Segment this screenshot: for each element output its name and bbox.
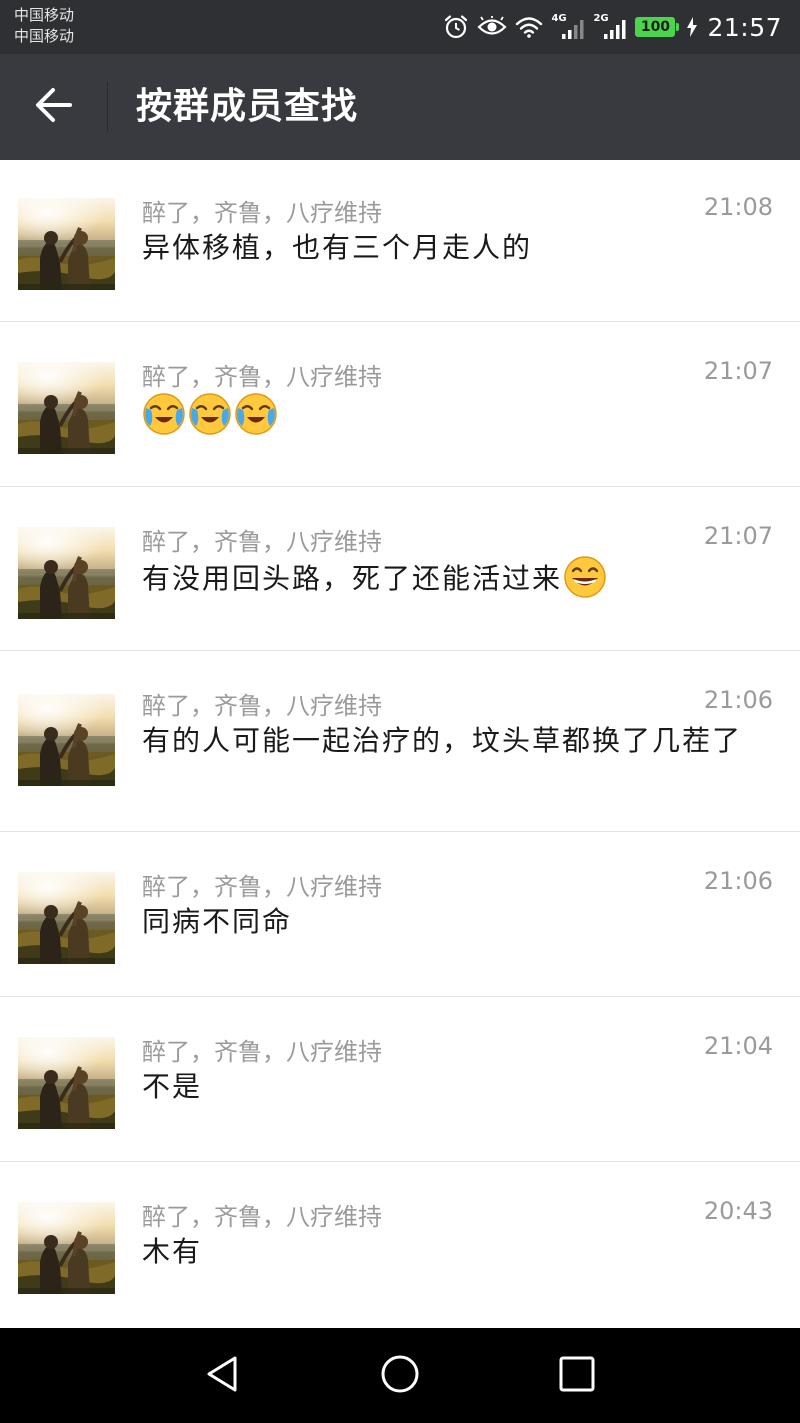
page-title: 按群成员查找 bbox=[136, 86, 359, 127]
list-item[interactable]: 醉了，齐鲁，八疗维持 21:06 同病不同命 bbox=[0, 832, 800, 997]
crying-emoji bbox=[142, 392, 186, 436]
sender-name: 醉了，齐鲁，八疗维持 bbox=[142, 1203, 382, 1231]
back-button[interactable] bbox=[24, 81, 84, 133]
message-time: 20:43 bbox=[703, 1197, 773, 1225]
sender-name: 醉了，齐鲁，八疗维持 bbox=[142, 873, 382, 901]
carrier-1: 中国移动 bbox=[14, 6, 75, 24]
avatar[interactable] bbox=[18, 198, 115, 290]
carrier-2: 中国移动 bbox=[14, 27, 75, 45]
nav-recents-button[interactable] bbox=[532, 1328, 622, 1423]
emoji-row bbox=[142, 392, 278, 436]
header-divider bbox=[107, 82, 108, 132]
status-icons: 4G 2G 100 21:57 bbox=[443, 0, 782, 54]
avatar[interactable] bbox=[18, 1037, 115, 1129]
battery-level: 100 bbox=[640, 19, 671, 35]
message-text: 有的人可能一起治疗的，坟头草都换了几茬了 bbox=[142, 724, 743, 757]
avatar[interactable] bbox=[18, 527, 115, 619]
battery-icon: 100 bbox=[635, 17, 680, 37]
crying-emoji bbox=[188, 392, 232, 436]
avatar[interactable] bbox=[18, 1202, 115, 1294]
grinning-emoji bbox=[563, 555, 607, 599]
list-item[interactable]: 醉了，齐鲁，八疗维持 21:08 异体移植，也有三个月走人的 bbox=[0, 160, 800, 322]
avatar[interactable] bbox=[18, 872, 115, 964]
message-text: 有没用回头路，死了还能活过来 bbox=[142, 562, 563, 595]
message-text: 异体移植，也有三个月走人的 bbox=[142, 231, 533, 264]
signal-icon: 2G bbox=[593, 14, 627, 40]
message-text: 不是 bbox=[142, 1070, 203, 1103]
list-item[interactable]: 醉了，齐鲁，八疗维持 20:43 木有 bbox=[0, 1162, 800, 1330]
crying-emoji bbox=[234, 392, 278, 436]
status-time: 21:57 bbox=[707, 12, 782, 42]
avatar[interactable] bbox=[18, 362, 115, 454]
message-text: 同病不同命 bbox=[142, 905, 293, 938]
avatar[interactable] bbox=[18, 694, 115, 786]
message-list: 醉了，齐鲁，八疗维持 21:08 异体移植，也有三个月走人的 醉了，齐鲁，八疗维… bbox=[0, 160, 800, 1330]
message-time: 21:08 bbox=[703, 193, 773, 221]
home-circle-icon bbox=[380, 1354, 420, 1398]
list-item[interactable]: 醉了，齐鲁，八疗维持 21:07 有没用回头路，死了还能活过来 bbox=[0, 487, 800, 651]
sender-name: 醉了，齐鲁，八疗维持 bbox=[142, 528, 382, 556]
app-header: 按群成员查找 bbox=[0, 54, 800, 160]
message-time: 21:07 bbox=[703, 522, 773, 550]
recents-square-icon bbox=[559, 1356, 595, 1396]
list-item[interactable]: 醉了，齐鲁，八疗维持 21:04 不是 bbox=[0, 997, 800, 1162]
message-time: 21:06 bbox=[703, 867, 773, 895]
arrow-left-icon bbox=[34, 87, 74, 127]
alarm-icon bbox=[443, 14, 469, 40]
sender-name: 醉了，齐鲁，八疗维持 bbox=[142, 1038, 382, 1066]
nav-back-button[interactable] bbox=[177, 1328, 267, 1423]
sender-name: 醉了，齐鲁，八疗维持 bbox=[142, 199, 382, 227]
nav-home-button[interactable] bbox=[355, 1328, 445, 1423]
message-time: 21:04 bbox=[703, 1032, 773, 1060]
sender-name: 醉了，齐鲁，八疗维持 bbox=[142, 363, 382, 391]
message-text: 木有 bbox=[142, 1235, 203, 1268]
back-triangle-icon bbox=[204, 1354, 240, 1398]
eye-icon bbox=[477, 16, 508, 38]
message-time: 21:07 bbox=[703, 357, 773, 385]
signal-icon: 4G bbox=[551, 14, 585, 40]
list-item[interactable]: 醉了，齐鲁，八疗维持 21:06 有的人可能一起治疗的，坟头草都换了几茬了 bbox=[0, 651, 800, 832]
status-bar: 中国移动 中国移动 4G 2G 100 21:57 bbox=[0, 0, 800, 54]
wifi-icon bbox=[515, 16, 543, 38]
message-time: 21:06 bbox=[703, 686, 773, 714]
list-item[interactable]: 醉了，齐鲁，八疗维持 21:07 bbox=[0, 322, 800, 487]
carrier-info: 中国移动 中国移动 bbox=[14, 5, 74, 47]
charging-icon bbox=[687, 17, 698, 37]
message-text-row: 有没用回头路，死了还能活过来 bbox=[142, 558, 772, 602]
system-nav-bar bbox=[0, 1328, 800, 1423]
sender-name: 醉了，齐鲁，八疗维持 bbox=[142, 692, 382, 720]
